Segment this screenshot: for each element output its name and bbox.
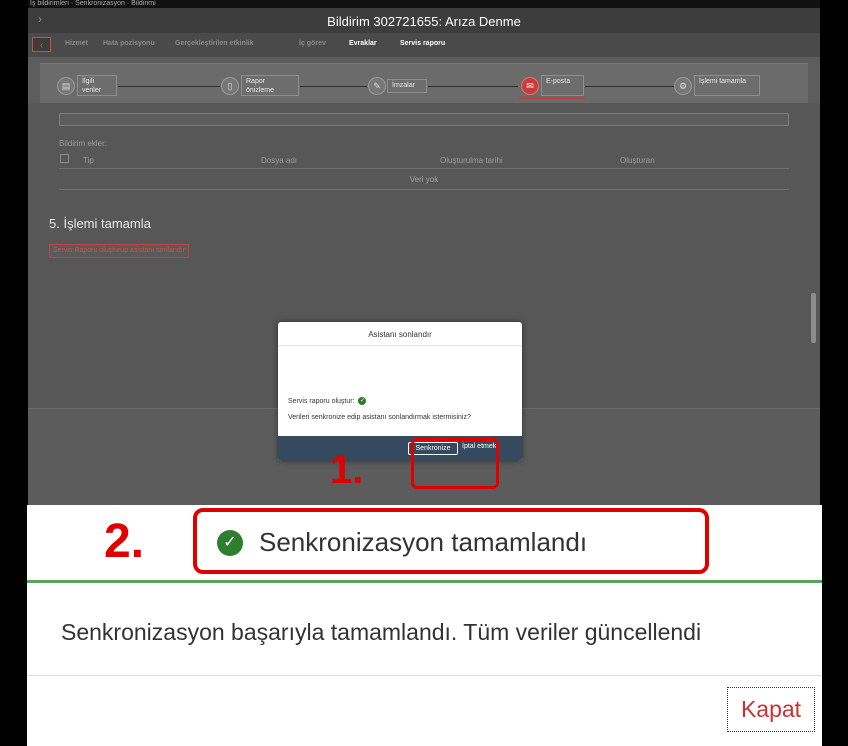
step-connector (585, 86, 685, 87)
step-connector (300, 86, 367, 87)
success-divider (27, 580, 822, 583)
section-title: 5. İşlemi tamamla (49, 216, 151, 231)
divider (27, 675, 822, 676)
tab-evraklar[interactable]: Evraklar (349, 40, 377, 47)
back-button[interactable]: ‹ (32, 37, 51, 52)
scrollbar[interactable] (811, 293, 816, 343)
dialog-question: Verileri senkronize edip asistanı sonlan… (288, 414, 471, 421)
column-header-dosya-adi: Dosya adı (261, 156, 298, 165)
finish-icon[interactable]: ⚙ (674, 77, 692, 95)
tab-gerceklestirilen-etkinlik[interactable]: Gerçekleştirilen etkinlik (175, 40, 254, 47)
divider (59, 189, 789, 190)
dialog-status-line: Servis raporu oluştur: ✓ (288, 397, 367, 405)
tab-ic-gorev[interactable]: İç görev (299, 40, 326, 47)
step-imzalar[interactable]: İmzalar (387, 79, 427, 93)
create-report-finish-button[interactable]: Servis Raporu oluşturup asistanı sonland… (49, 244, 189, 258)
breadcrumb: İş bildirimleri · Senkronizasyon · Bildi… (28, 0, 820, 8)
active-step-indicator (519, 97, 585, 99)
dialog-title: Asistanı sonlandır (278, 322, 522, 346)
background-strip (0, 512, 27, 746)
wizard-stepper: ▤ İlgili veriler ▯ Rapor önizleme ✎ İmza… (40, 63, 808, 104)
select-all-checkbox[interactable] (60, 154, 69, 163)
dialog-status-text: Servis raporu oluştur: (288, 397, 355, 405)
chevron-left-icon: ‹ (39, 40, 44, 51)
step-e-posta[interactable]: E-posta (541, 75, 584, 96)
step-islemi-tamamla[interactable]: İşlemi tamamla (694, 75, 760, 96)
step-connector (118, 86, 220, 87)
sync-complete-message: ✓ Senkronizasyon tamamlandı 2. Senkroniz… (27, 505, 822, 746)
column-header-olusturan: Oluşturan (620, 156, 655, 165)
step-rapor-onizleme[interactable]: Rapor önizleme (241, 75, 299, 96)
pen-icon[interactable]: ✎ (368, 77, 386, 95)
page-title: Bildirim 302721655: Arıza Denme (327, 14, 521, 29)
tab-bar: ‹ Hizmet Hata pozisyonu Gerçekleştirilen… (28, 33, 820, 57)
tab-hizmet[interactable]: Hizmet (65, 40, 88, 47)
attachments-label: Bildirim ekler: (59, 139, 108, 148)
message-header: ✓ Senkronizasyon tamamlandı 2. (27, 505, 822, 581)
column-header-tip: Tip (83, 156, 94, 165)
shell-header: › Bildirim 302721655: Arıza Denme (28, 8, 820, 33)
annotation-label-1: 1. (330, 448, 364, 492)
email-icon[interactable]: ✉ (521, 77, 539, 95)
annotation-highlight-2 (193, 508, 709, 574)
document-icon[interactable]: ▯ (221, 77, 239, 95)
step-ilgili-veriler[interactable]: İlgili veriler (77, 75, 117, 96)
close-button[interactable]: Kapat (727, 687, 815, 732)
tab-servis-raporu[interactable]: Servis raporu (400, 40, 445, 47)
divider (59, 168, 789, 169)
annotation-highlight-1 (411, 438, 499, 489)
table-icon[interactable]: ▤ (57, 77, 75, 95)
step-connector (428, 86, 518, 87)
empty-table-text: Veri yok (409, 175, 439, 184)
annotation-label-2: 2. (104, 515, 145, 568)
email-text-field[interactable] (59, 113, 789, 126)
column-header-olusturulma-tarihi: Oluşturulma tarihi (440, 156, 503, 165)
tab-hata-pozisyonu[interactable]: Hata pozisyonu (103, 40, 155, 47)
check-circle-icon: ✓ (358, 397, 367, 405)
attachments-table: Tip Dosya adı Oluşturulma tarihi Oluştur… (59, 150, 789, 190)
background-strip (822, 512, 848, 746)
message-body: Senkronizasyon başarıyla tamamlandı. Tüm… (61, 619, 702, 645)
